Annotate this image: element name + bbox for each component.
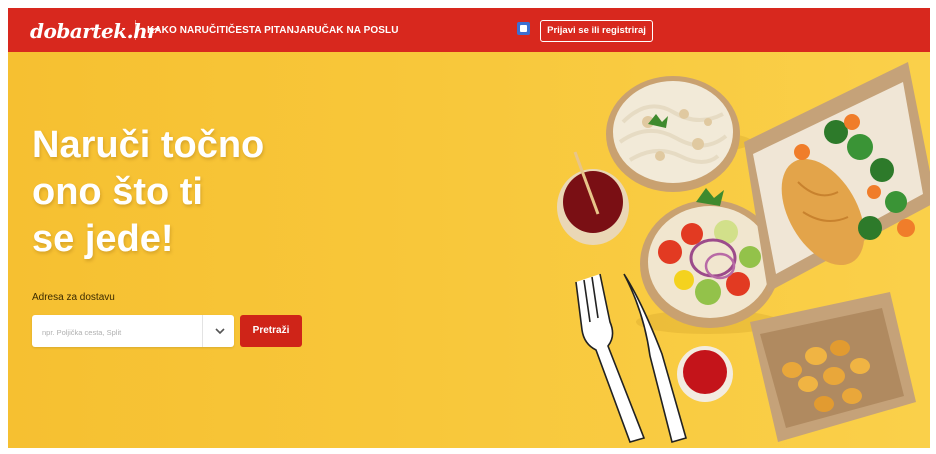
headline-line-3: se jede! <box>32 218 174 260</box>
search-button[interactable]: Pretraži <box>240 315 302 347</box>
fork-illustration <box>575 273 646 443</box>
headline-line-1: Naruči točno <box>32 124 265 166</box>
nav-kako-naruciti[interactable]: KAKO NARUČITI <box>147 25 228 36</box>
hero-section: Naruči točno ono što ti se jede! Adresa … <box>8 52 930 448</box>
chicken-box <box>744 62 930 292</box>
sauce-cup <box>677 346 733 402</box>
login-register-button[interactable]: Prijavi se ili registriraj <box>540 20 653 42</box>
top-navigation-bar: dobartek.hr KAKO NARUČITI ČESTA PITANJA … <box>8 8 930 52</box>
chevron-down-icon[interactable] <box>214 325 226 337</box>
address-label: Adresa za dostavu <box>32 292 115 303</box>
language-flag-icon[interactable] <box>517 22 530 35</box>
address-input-wrapper <box>32 315 234 347</box>
pasta-bowl <box>606 76 740 192</box>
hero-headline: Naruči točno ono što ti se jede! <box>32 122 264 263</box>
logo-divider <box>135 20 136 40</box>
nav-cesta-pitanja[interactable]: ČESTA PITANJA <box>228 25 307 36</box>
input-divider <box>202 315 203 347</box>
site-logo[interactable]: dobartek.hr <box>30 19 158 43</box>
address-input[interactable] <box>40 323 204 341</box>
browser-viewport: dobartek.hr KAKO NARUČITI ČESTA PITANJA … <box>8 8 930 448</box>
nuggets-box <box>750 292 916 442</box>
nav-rucak-na-poslu[interactable]: RUČAK NA POSLU <box>307 25 399 36</box>
headline-line-2: ono što ti <box>32 171 203 213</box>
